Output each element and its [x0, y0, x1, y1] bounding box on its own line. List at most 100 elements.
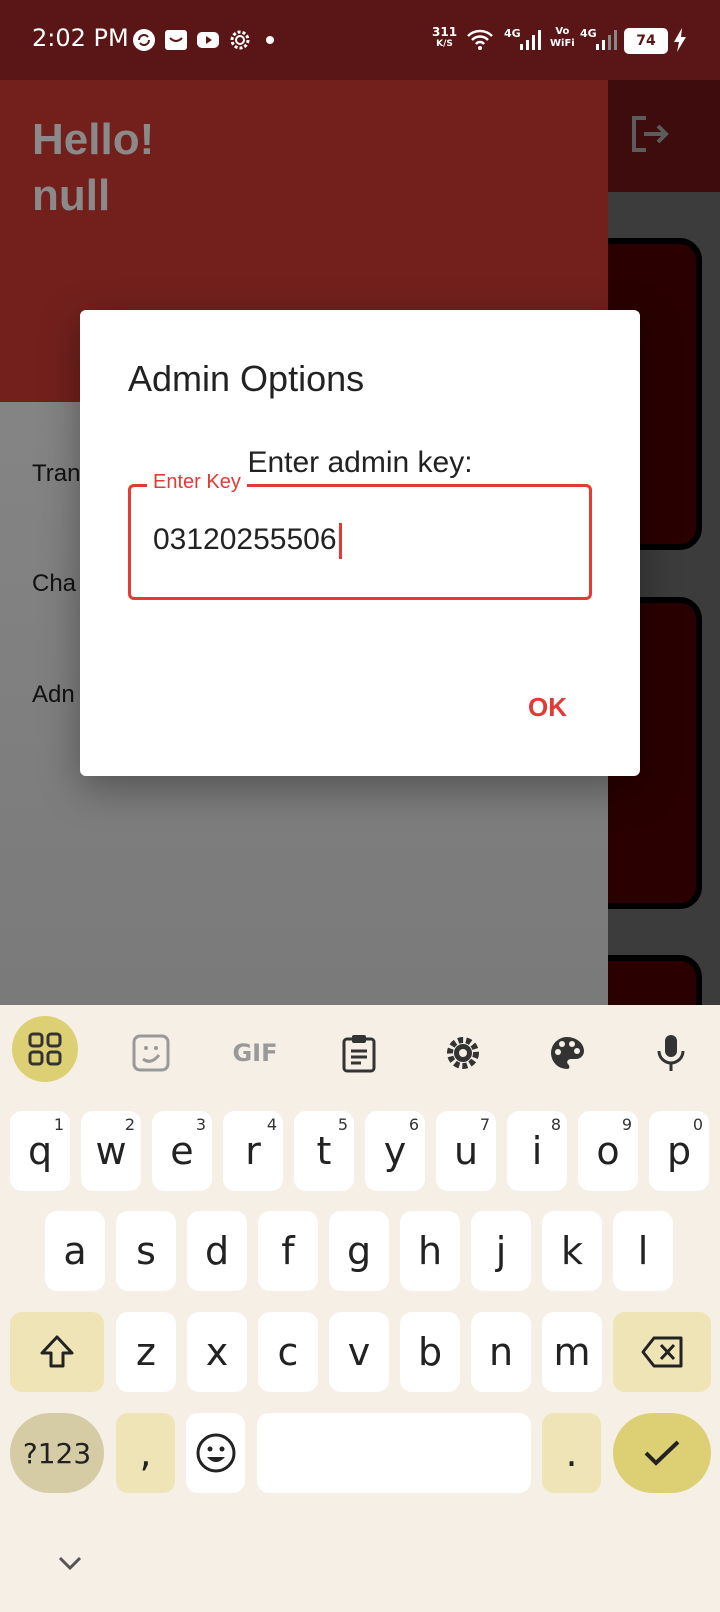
settings-icon[interactable] [430, 1020, 496, 1086]
net-speed: 311 K/S [432, 26, 457, 50]
key-e[interactable]: e3 [152, 1111, 212, 1191]
key-q[interactable]: q1 [10, 1111, 70, 1191]
status-time: 2:02 PM [32, 24, 129, 52]
key-hint: 7 [479, 1115, 490, 1134]
palette-icon[interactable] [534, 1020, 600, 1086]
key-hint: 6 [408, 1115, 419, 1134]
vo-label: Vo [555, 26, 570, 37]
text-cursor [338, 523, 342, 560]
key-label: z [136, 1330, 156, 1374]
key-label: w [95, 1129, 127, 1173]
hide-keyboard-chevron-down-icon[interactable] [56, 1554, 84, 1574]
greeting-username: null [32, 171, 111, 220]
key-n[interactable]: n [471, 1312, 531, 1392]
key-o[interactable]: o9 [578, 1111, 638, 1191]
admin-key-text: 03120255506 [153, 523, 337, 556]
key-label: k [560, 1229, 583, 1273]
space-key[interactable] [257, 1413, 531, 1493]
key-k[interactable]: k [542, 1211, 602, 1291]
key-u[interactable]: u7 [436, 1111, 496, 1191]
status-bar: 2:02 PM 311 K/S 4G Vo WiFi 4G 74 [0, 0, 720, 80]
dialog-title: Admin Options [128, 358, 365, 399]
key-label: l [637, 1229, 649, 1273]
key-label: r [245, 1129, 261, 1173]
key-label: t [316, 1129, 332, 1173]
drawer-greeting: Hello! null [32, 112, 154, 224]
key-y[interactable]: y6 [365, 1111, 425, 1191]
backspace-key[interactable] [613, 1312, 711, 1392]
key-label: q [27, 1129, 53, 1173]
key-hint: 8 [550, 1115, 561, 1134]
settings-status-icon [230, 30, 250, 50]
key-label: b [417, 1330, 443, 1374]
gif-icon[interactable]: GIF [222, 1020, 288, 1086]
symbols-key[interactable]: ?123 [10, 1413, 104, 1493]
emoji-icon [196, 1433, 235, 1473]
key-w[interactable]: w2 [81, 1111, 141, 1191]
key-b[interactable]: b [400, 1312, 460, 1392]
key-m[interactable]: m [542, 1312, 602, 1392]
key-d[interactable]: d [187, 1211, 247, 1291]
clipboard-icon[interactable] [326, 1020, 392, 1086]
key-label: d [204, 1229, 230, 1273]
checkmark-icon [644, 1440, 680, 1466]
soft-keyboard [0, 1005, 720, 1612]
logout-icon[interactable] [628, 112, 672, 156]
key-label: p [666, 1129, 692, 1173]
key-f[interactable]: f [258, 1211, 318, 1291]
key-hint: 4 [266, 1115, 277, 1134]
key-z[interactable]: z [116, 1312, 176, 1392]
signal-icon-1 [520, 30, 541, 50]
key-v[interactable]: v [329, 1312, 389, 1392]
key-p[interactable]: p0 [649, 1111, 709, 1191]
admin-key-value[interactable]: 03120255506 [153, 523, 342, 560]
apps-icon[interactable] [12, 1016, 78, 1082]
drawer-item-transactions[interactable]: Tran [32, 460, 80, 488]
key-a[interactable]: a [45, 1211, 105, 1291]
key-g[interactable]: g [329, 1211, 389, 1291]
admin-key-input[interactable]: Enter Key 03120255506 [128, 471, 592, 600]
key-h[interactable]: h [400, 1211, 460, 1291]
key-label: o [596, 1129, 620, 1173]
key-t[interactable]: t5 [294, 1111, 354, 1191]
admin-key-label: Enter Key [147, 471, 247, 494]
vowifi-label: Vo WiFi [550, 26, 575, 50]
greeting-hello: Hello! [32, 115, 155, 164]
youtube-icon [197, 32, 219, 48]
net-speed-value: 311 [432, 25, 458, 39]
key-label: s [136, 1229, 156, 1273]
key-label: n [488, 1330, 514, 1374]
comma-key[interactable]: , [116, 1413, 175, 1493]
emoji-key[interactable] [186, 1413, 245, 1493]
key-hint: 5 [337, 1115, 348, 1134]
mic-icon[interactable] [638, 1020, 704, 1086]
charging-icon [674, 28, 686, 52]
drawer-item-change[interactable]: Cha [32, 570, 76, 598]
key-j[interactable]: j [471, 1211, 531, 1291]
shift-key[interactable] [10, 1312, 104, 1392]
sticker-icon[interactable] [118, 1020, 184, 1086]
key-label: a [63, 1229, 87, 1273]
key-i[interactable]: i8 [507, 1111, 567, 1191]
wifi-label: WiFi [550, 38, 575, 49]
key-l[interactable]: l [613, 1211, 673, 1291]
key-label: c [277, 1330, 299, 1374]
key-x[interactable]: x [187, 1312, 247, 1392]
ok-button[interactable]: OK [528, 692, 567, 723]
wifi-icon [467, 29, 493, 50]
enter-key[interactable] [613, 1413, 711, 1493]
key-hint: 1 [53, 1115, 64, 1134]
key-hint: 9 [621, 1115, 632, 1134]
key-s[interactable]: s [116, 1211, 176, 1291]
battery-indicator: 74 [624, 28, 668, 54]
period-key[interactable]: . [542, 1413, 601, 1493]
key-r[interactable]: r4 [223, 1111, 283, 1191]
key-c[interactable]: c [258, 1312, 318, 1392]
key-label: m [553, 1330, 591, 1374]
mail-app-icon [165, 30, 187, 50]
drawer-item-admin[interactable]: Adn [32, 681, 75, 709]
key-label: y [383, 1129, 407, 1173]
key-label: j [495, 1229, 507, 1273]
key-label: f [281, 1229, 295, 1273]
sync-app-icon [133, 29, 155, 51]
